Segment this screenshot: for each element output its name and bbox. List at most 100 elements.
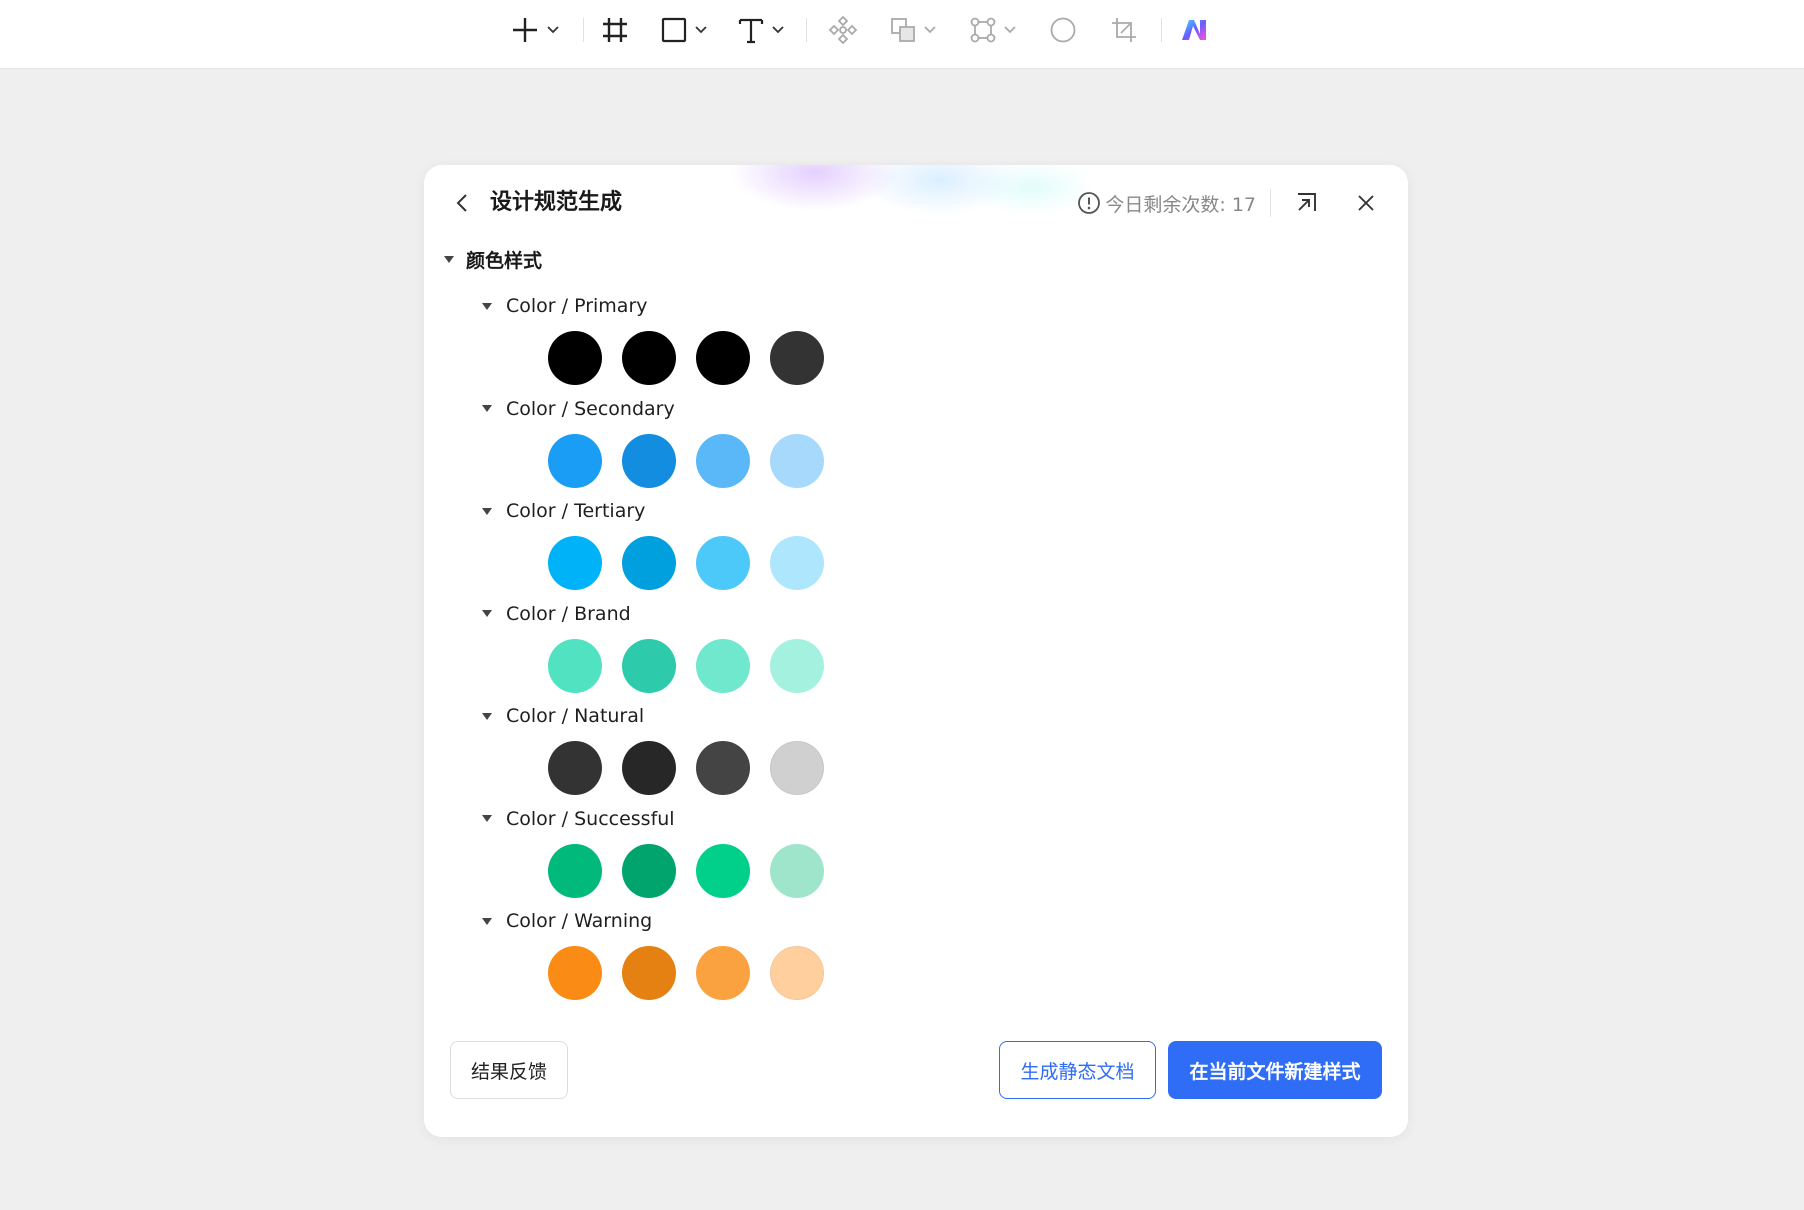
color-swatch[interactable] [548, 331, 602, 385]
color-swatch[interactable] [696, 843, 750, 898]
color-swatch[interactable] [696, 536, 750, 590]
chevron-down-icon [924, 26, 936, 34]
color-swatch[interactable] [548, 433, 602, 488]
color-swatch[interactable] [548, 741, 602, 795]
generate-static-doc-button[interactable]: 生成静态文档 [999, 1041, 1156, 1099]
color-swatches [548, 536, 844, 590]
ellipse-tool[interactable] [1049, 10, 1077, 50]
color-group: Color / Successful [482, 796, 1382, 899]
color-swatch[interactable] [696, 433, 750, 488]
caret-down-icon [482, 917, 492, 925]
top-toolbar [0, 0, 1804, 69]
color-swatches [548, 433, 844, 488]
color-group-label: Color / Secondary [506, 397, 675, 420]
color-swatch[interactable] [622, 536, 676, 590]
boolean-tool[interactable] [889, 10, 937, 50]
color-group-label: Color / Brand [506, 602, 631, 625]
dialog-header: 设计规范生成 今日剩余次数: 17 [424, 165, 1408, 241]
frame-tool[interactable] [601, 10, 629, 50]
color-swatches [548, 741, 844, 795]
color-swatch[interactable] [770, 843, 824, 898]
chevron-left-icon [456, 194, 467, 212]
color-group-label: Color / Warning [506, 910, 653, 932]
color-swatch[interactable] [622, 946, 676, 1000]
component-tool[interactable] [828, 10, 858, 50]
color-swatch[interactable] [770, 741, 824, 795]
color-swatch[interactable] [696, 946, 750, 1000]
color-swatch[interactable] [548, 946, 602, 1000]
color-swatch[interactable] [696, 331, 750, 385]
dialog-title: 设计规范生成 [490, 190, 623, 215]
color-group: Color / Tertiary [482, 488, 1382, 591]
rectangle-tool[interactable] [660, 10, 708, 50]
text-tool[interactable] [737, 10, 785, 50]
color-swatch[interactable] [770, 946, 824, 1000]
color-swatch[interactable] [622, 433, 676, 488]
color-styles-section-toggle[interactable]: 颜色样式 [444, 241, 542, 277]
expand-icon [1298, 193, 1316, 211]
color-group-toggle[interactable]: Color / Successful [482, 804, 675, 834]
caret-down-icon [482, 815, 492, 822]
back-button[interactable] [450, 189, 474, 217]
color-swatch[interactable] [622, 638, 676, 693]
caret-down-icon [482, 302, 492, 310]
caret-down-icon [482, 712, 492, 720]
component-icon [828, 15, 858, 45]
header-divider [1270, 189, 1271, 217]
color-swatches [548, 638, 844, 693]
vector-tool[interactable] [969, 10, 1017, 50]
color-swatch[interactable] [548, 638, 602, 693]
color-swatch[interactable] [696, 741, 750, 795]
caret-down-icon [482, 405, 492, 412]
chevron-down-icon [547, 26, 559, 34]
close-button[interactable] [1352, 189, 1380, 217]
color-swatch[interactable] [770, 638, 824, 693]
color-group-label: Color / Successful [506, 807, 675, 830]
circle-icon [1050, 17, 1076, 43]
chevron-down-icon [1004, 26, 1016, 34]
color-swatch[interactable] [770, 331, 824, 385]
caret-down-icon [482, 507, 492, 515]
color-group-toggle[interactable]: Color / Tertiary [482, 496, 645, 526]
color-group-toggle[interactable]: Color / Brand [482, 599, 631, 629]
feedback-button[interactable]: 结果反馈 [450, 1041, 568, 1099]
color-swatch[interactable] [622, 741, 676, 795]
toolbar-divider [806, 18, 807, 42]
color-swatch[interactable] [548, 843, 602, 898]
remaining-quota: 今日剩余次数: 17 [1077, 189, 1256, 217]
expand-button[interactable] [1292, 189, 1320, 217]
color-swatch[interactable] [622, 843, 676, 898]
color-swatch[interactable] [770, 433, 824, 488]
color-group: Color / Warning [482, 898, 1382, 1001]
chevron-down-icon [772, 26, 784, 34]
frame-icon [603, 18, 627, 42]
quota-label: 今日剩余次数: 17 [1105, 193, 1256, 216]
color-swatch[interactable] [696, 638, 750, 693]
color-swatches [548, 331, 844, 385]
color-swatch[interactable] [622, 331, 676, 385]
color-swatches [548, 946, 844, 1000]
toolbar-divider [583, 18, 584, 42]
color-group-toggle[interactable]: Color / Natural [482, 701, 644, 731]
vector-icon [970, 17, 996, 43]
crop-tool[interactable] [1110, 10, 1138, 50]
section-title: 颜色样式 [466, 249, 543, 272]
create-styles-button[interactable]: 在当前文件新建样式 [1168, 1041, 1382, 1099]
dialog-content: 颜色样式 Color / Primary Color / Secondary Col… [424, 241, 1408, 1031]
info-icon [1077, 191, 1101, 215]
color-group-toggle[interactable]: Color / Warning [482, 906, 652, 936]
crop-icon [1112, 18, 1136, 42]
color-group-toggle[interactable]: Color / Secondary [482, 394, 675, 424]
ai-tool[interactable] [1180, 10, 1212, 50]
color-swatch[interactable] [770, 536, 824, 590]
color-group: Color / Secondary [482, 386, 1382, 489]
caret-down-icon [482, 610, 492, 617]
toolbar-divider [1161, 18, 1162, 42]
color-groups: Color / Primary Color / Secondary Color / … [482, 283, 1382, 1001]
add-tool[interactable] [510, 10, 560, 50]
color-group-label: Color / Primary [506, 295, 648, 317]
color-swatch[interactable] [548, 536, 602, 590]
color-swatches [548, 843, 844, 898]
color-group-toggle[interactable]: Color / Primary [482, 291, 648, 321]
text-icon [738, 18, 764, 44]
